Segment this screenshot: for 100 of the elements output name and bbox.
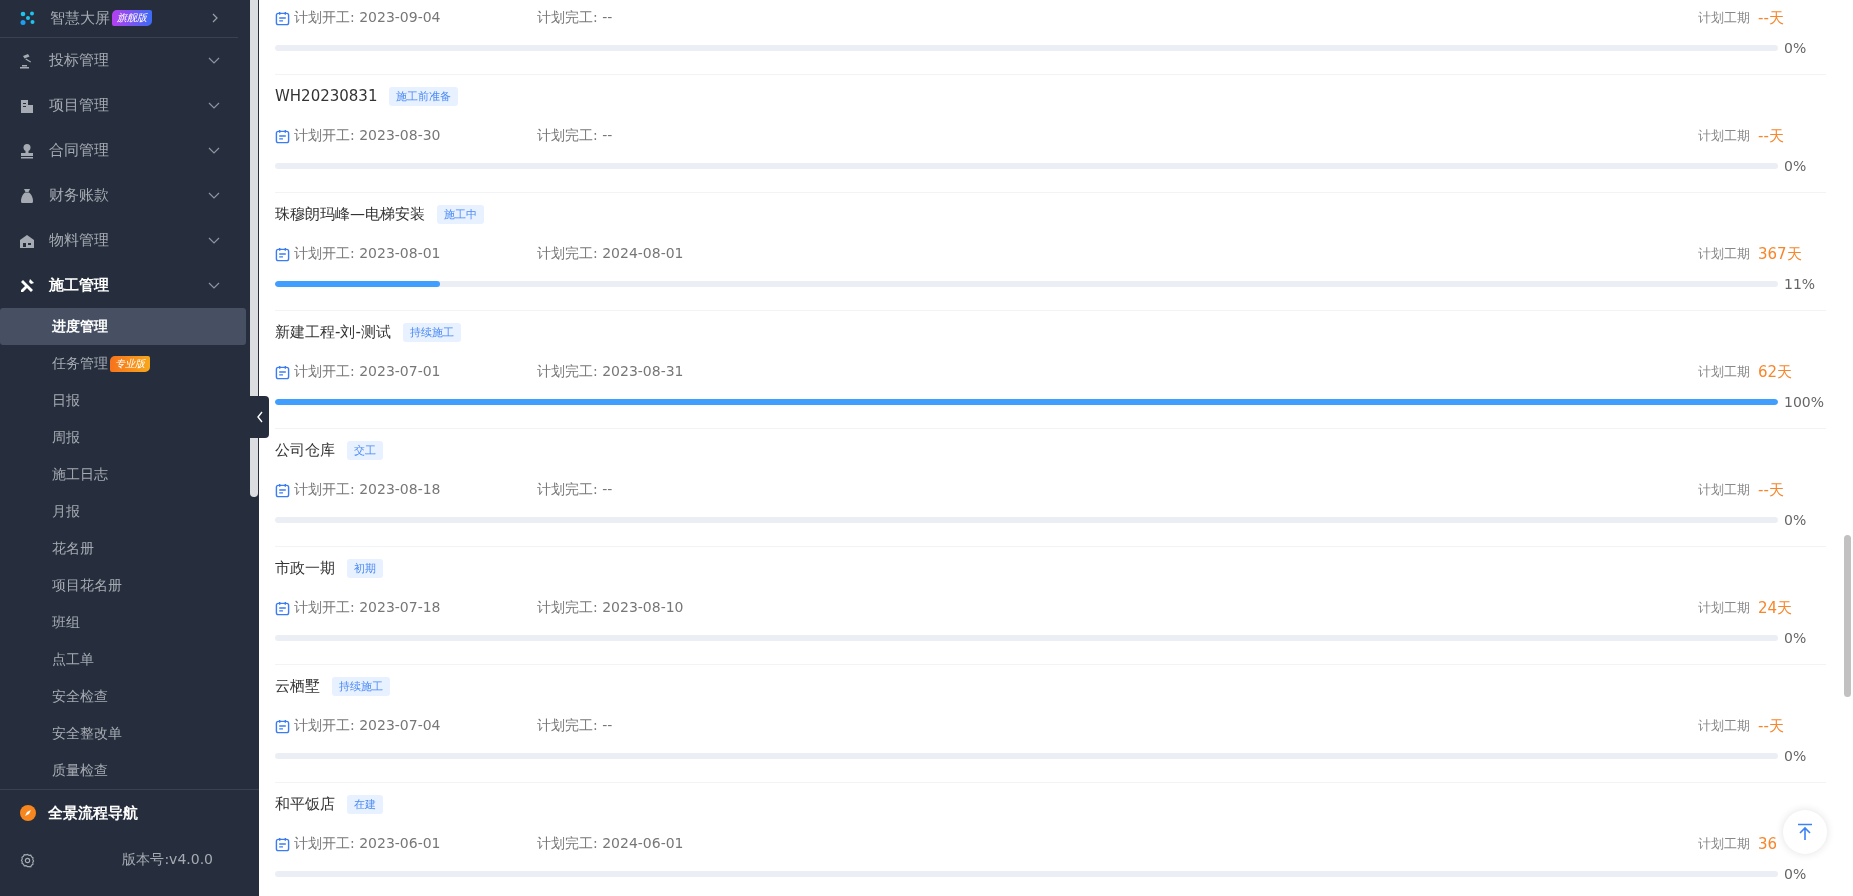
progress-percent: 0% <box>1784 866 1808 882</box>
start-date: 计划开工: 2023-09-04 <box>294 9 442 27</box>
project-title[interactable]: 市政一期 <box>275 558 335 578</box>
calendar-icon <box>275 364 290 380</box>
duration-label: 计划工期 <box>1698 717 1750 735</box>
submenu-item[interactable]: 周报 <box>0 419 246 456</box>
duration-value: --天 <box>1758 480 1785 500</box>
start-date: 计划开工: 2023-08-30 <box>294 127 442 145</box>
start-date: 计划开工: 2023-08-01 <box>294 245 442 263</box>
calendar-icon <box>275 246 290 262</box>
duration-label: 计划工期 <box>1698 481 1750 499</box>
progress-percent: 11% <box>1784 276 1817 292</box>
edition-badge: 专业版 <box>110 355 150 372</box>
warehouse-icon <box>19 232 35 249</box>
duration-value: --天 <box>1758 126 1785 146</box>
arrow-up-icon <box>1797 823 1813 841</box>
chevron-down-icon <box>208 281 220 290</box>
calendar-icon <box>275 718 290 734</box>
duration-label: 计划工期 <box>1698 363 1750 381</box>
duration-label: 计划工期 <box>1698 127 1750 145</box>
calendar-icon <box>275 10 290 26</box>
chevron-down-icon <box>208 191 220 200</box>
submenu-item[interactable]: 点工单 <box>0 641 246 678</box>
duration-value: 367天 <box>1758 244 1802 264</box>
money-bag-icon <box>19 187 35 204</box>
duration-value: --天 <box>1758 8 1785 28</box>
menu-label: 任务管理 <box>52 354 108 373</box>
duration-value: --天 <box>1758 716 1785 736</box>
submenu-item[interactable]: 质量检查 <box>0 752 246 789</box>
duration-value: 36 <box>1758 835 1779 853</box>
submenu-item[interactable]: 任务管理 专业版 <box>0 345 246 382</box>
duration-label: 计划工期 <box>1698 245 1750 263</box>
chevron-down-icon <box>208 56 220 65</box>
project-title[interactable]: 公司仓库 <box>275 440 335 460</box>
calendar-icon <box>275 600 290 616</box>
progress-percent: 0% <box>1784 40 1808 56</box>
progress-percent: 0% <box>1784 158 1808 174</box>
submenu-item[interactable]: 施工日志 <box>0 456 246 493</box>
end-date: 计划完工: 2024-06-01 <box>537 835 684 853</box>
submenu-item[interactable]: 日报 <box>0 382 246 419</box>
end-date: 计划完工: -- <box>537 717 613 735</box>
menu-group[interactable]: 合同管理 <box>0 128 246 173</box>
duration-label: 计划工期 <box>1698 9 1750 27</box>
start-date: 计划开工: 2023-07-04 <box>294 717 442 735</box>
menu-group[interactable]: 投标管理 <box>0 38 246 83</box>
end-date: 计划完工: 2023-08-31 <box>537 363 684 381</box>
start-date: 计划开工: 2023-07-01 <box>294 363 442 381</box>
menu-group[interactable]: 物料管理 <box>0 218 246 263</box>
chevron-down-icon <box>208 101 220 110</box>
start-date: 计划开工: 2023-08-18 <box>294 481 442 499</box>
menu-group[interactable]: 施工管理 <box>0 263 246 308</box>
project-title[interactable]: 和平饭店 <box>275 794 335 814</box>
start-date: 计划开工: 2023-07-18 <box>294 599 442 617</box>
status-tag: 施工中 <box>437 204 484 224</box>
status-tag: 持续施工 <box>332 676 390 696</box>
submenu-item[interactable]: 安全检查 <box>0 678 246 715</box>
calendar-icon <box>275 128 290 144</box>
navigator-link[interactable]: 全景流程导航 <box>20 790 239 836</box>
menu-group[interactable]: 项目管理 <box>0 83 246 128</box>
submenu-item[interactable]: 月报 <box>0 493 246 530</box>
chevron-down-icon <box>208 236 220 245</box>
end-date: 计划完工: -- <box>537 9 613 27</box>
menu-group[interactable]: 财务账款 <box>0 173 246 218</box>
scrollbar-thumb[interactable] <box>1844 535 1851 697</box>
duration-value: 24天 <box>1758 598 1794 618</box>
project-title[interactable]: 珠穆朗玛峰—电梯安装 <box>275 204 425 224</box>
scrollbar-thumb[interactable] <box>250 0 258 497</box>
sidebar-item[interactable]: 智慧大屏 旗舰版 <box>0 0 246 36</box>
building-icon <box>19 97 35 114</box>
progress-percent: 0% <box>1784 512 1808 528</box>
submenu-item[interactable]: 安全整改单 <box>0 715 246 752</box>
submenu-item[interactable]: 项目花名册 <box>0 567 246 604</box>
end-date: 计划完工: 2023-08-10 <box>537 599 684 617</box>
dots-icon <box>20 10 36 26</box>
duration-label: 计划工期 <box>1698 835 1750 853</box>
chevron-right-icon <box>210 13 220 23</box>
submenu-item[interactable]: 花名册 <box>0 530 246 567</box>
end-date: 计划完工: -- <box>537 127 613 145</box>
end-date: 计划完工: -- <box>537 481 613 499</box>
progress-percent: 0% <box>1784 748 1808 764</box>
project-title[interactable]: 云栖墅 <box>275 676 320 696</box>
settings-icon[interactable] <box>20 852 35 868</box>
progress-percent: 100% <box>1784 394 1826 410</box>
status-tag: 初期 <box>347 558 383 578</box>
project-title[interactable]: WH20230831 <box>275 87 378 105</box>
status-tag: 持续施工 <box>402 322 461 342</box>
project-title[interactable]: 新建工程-刘-测试 <box>275 322 391 342</box>
duration-value: 62天 <box>1758 362 1794 382</box>
status-tag: 在建 <box>347 794 383 814</box>
submenu-item[interactable]: 进度管理 <box>0 308 246 345</box>
chevron-left-icon <box>255 411 264 423</box>
tools-icon <box>19 277 35 294</box>
submenu-item[interactable]: 班组 <box>0 604 246 641</box>
progress-percent: 0% <box>1784 630 1808 646</box>
calendar-icon <box>275 836 290 852</box>
chevron-down-icon <box>208 146 220 155</box>
back-to-top-button[interactable] <box>1783 810 1827 854</box>
status-tag: 交工 <box>347 440 383 460</box>
menu-label: 智慧大屏 <box>50 8 110 28</box>
collapse-button[interactable] <box>250 396 269 438</box>
